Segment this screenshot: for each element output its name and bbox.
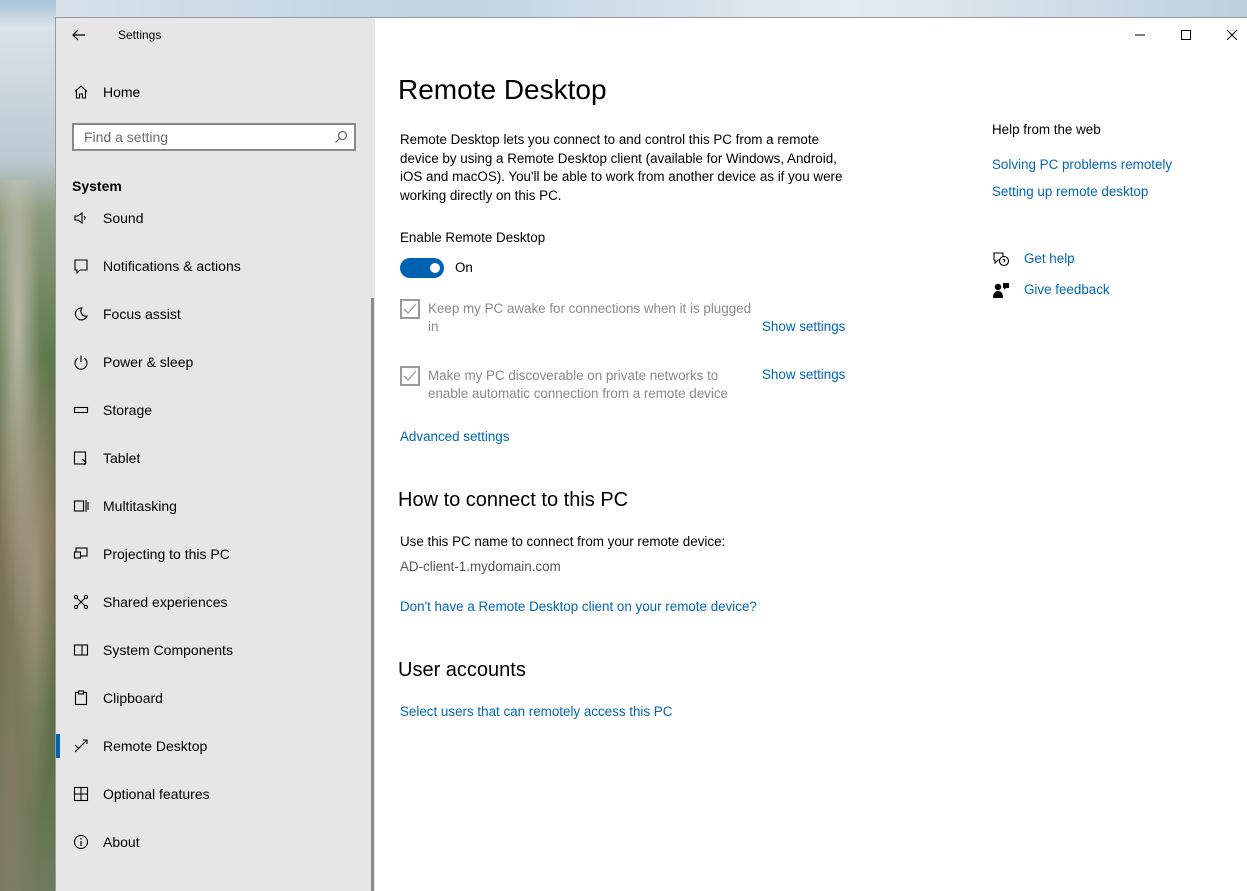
get-client-link[interactable]: Don't have a Remote Desktop client on yo…	[400, 599, 757, 614]
toggle-state-label: On	[455, 260, 473, 275]
projector-icon	[72, 545, 90, 563]
sidebar-item-label: Notifications & actions	[103, 258, 241, 274]
desktop-landscape	[0, 180, 58, 891]
sidebar-item-clipboard[interactable]: Clipboard	[56, 674, 372, 722]
desktop-sky	[56, 0, 1247, 18]
sidebar-item-home[interactable]: Home	[56, 74, 375, 110]
multitasking-icon	[72, 497, 90, 515]
sidebar-item-sound[interactable]: Sound	[56, 204, 372, 242]
keep-awake-show-settings-link[interactable]: Show settings	[762, 319, 845, 334]
power-icon	[72, 353, 90, 371]
give-feedback-link[interactable]: Give feedback	[1024, 282, 1110, 297]
toggle-knob	[430, 263, 440, 273]
clipboard-icon	[72, 689, 90, 707]
help-link-setting-up[interactable]: Setting up remote desktop	[992, 184, 1148, 199]
search-input[interactable]	[74, 125, 334, 149]
features-icon	[72, 785, 90, 803]
sidebar-item-system-components[interactable]: System Components	[56, 626, 372, 674]
info-icon	[72, 833, 90, 851]
feedback-icon	[993, 283, 1009, 298]
sidebar-item-shared-experiences[interactable]: Shared experiences	[56, 578, 372, 626]
shared-icon	[72, 593, 90, 611]
sidebar-item-about[interactable]: About	[56, 818, 372, 866]
help-link-solving-problems[interactable]: Solving PC problems remotely	[992, 157, 1172, 172]
checkmark-icon	[403, 303, 417, 314]
sidebar-scrollbar[interactable]	[371, 298, 374, 891]
close-button[interactable]	[1209, 18, 1247, 52]
select-users-link[interactable]: Select users that can remotely access th…	[400, 704, 672, 719]
pc-name: AD-client-1.mydomain.com	[400, 559, 561, 574]
settings-window: Settings Home System Sound No	[56, 18, 1247, 891]
discoverable-show-settings-link[interactable]: Show settings	[762, 367, 845, 382]
checkmark-icon	[403, 370, 417, 381]
sidebar-item-label: Sound	[103, 210, 144, 226]
sidebar-item-remote-desktop[interactable]: Remote Desktop	[56, 722, 372, 770]
sidebar-item-storage[interactable]: Storage	[56, 386, 372, 434]
sidebar-item-focus-assist[interactable]: Focus assist	[56, 290, 372, 338]
minimize-icon	[1135, 34, 1145, 36]
get-help-icon	[993, 252, 1010, 267]
discoverable-checkbox[interactable]	[400, 366, 420, 386]
sidebar-item-label: Projecting to this PC	[103, 546, 230, 562]
sidebar-item-label: Clipboard	[103, 690, 163, 706]
sidebar-item-label: Shared experiences	[103, 594, 228, 610]
advanced-settings-link[interactable]: Advanced settings	[400, 429, 509, 444]
user-accounts-heading: User accounts	[398, 659, 526, 681]
enable-remote-desktop-label: Enable Remote Desktop	[400, 230, 546, 245]
maximize-icon	[1181, 30, 1191, 40]
sidebar-item-notifications[interactable]: Notifications & actions	[56, 242, 372, 290]
notification-icon	[72, 257, 90, 275]
sidebar-item-projecting[interactable]: Projecting to this PC	[56, 530, 372, 578]
sidebar-item-label: System Components	[103, 642, 233, 658]
components-icon	[72, 641, 90, 659]
search-icon	[335, 130, 348, 143]
connect-heading: How to connect to this PC	[398, 489, 629, 511]
close-icon	[1227, 30, 1237, 40]
minimize-button[interactable]	[1117, 18, 1163, 52]
sidebar-item-optional-features[interactable]: Optional features	[56, 770, 372, 818]
home-label: Home	[103, 84, 141, 100]
get-help-link[interactable]: Get help	[1024, 251, 1075, 266]
sidebar-item-label: About	[103, 834, 140, 850]
help-title: Help from the web	[992, 122, 1101, 137]
sidebar-item-label: Optional features	[103, 786, 210, 802]
sidebar-item-tablet[interactable]: Tablet	[56, 434, 372, 482]
tablet-icon	[72, 449, 90, 467]
speaker-icon	[72, 209, 90, 227]
maximize-button[interactable]	[1163, 18, 1209, 52]
sidebar-nav-list: Sound Notifications & actions Focus assi…	[56, 204, 375, 891]
section-title: System	[72, 178, 122, 194]
connect-instructions: Use this PC name to connect from your re…	[400, 534, 726, 549]
storage-icon	[72, 401, 90, 419]
sidebar-item-label: Multitasking	[103, 498, 177, 514]
enable-remote-desktop-toggle[interactable]	[400, 258, 444, 278]
sidebar-item-label: Remote Desktop	[103, 738, 208, 754]
main-content: Remote Desktop Remote Desktop lets you c…	[375, 18, 1247, 891]
keep-awake-label: Keep my PC awake for connections when it…	[428, 301, 752, 334]
discoverable-label: Make my PC discoverable on private netwo…	[428, 368, 728, 401]
home-icon	[72, 83, 90, 101]
page-title: Remote Desktop	[398, 74, 607, 105]
remote-desktop-icon	[72, 737, 90, 755]
sidebar-item-multitasking[interactable]: Multitasking	[56, 482, 372, 530]
description: Remote Desktop lets you connect to and c…	[400, 132, 843, 203]
sidebar-item-label: Storage	[103, 402, 153, 418]
sidebar-item-label: Focus assist	[103, 306, 181, 322]
moon-icon	[72, 305, 90, 323]
search-box[interactable]	[72, 123, 356, 151]
sidebar-item-label: Tablet	[103, 450, 141, 466]
sidebar: Settings Home System Sound No	[56, 18, 375, 891]
sidebar-item-power-sleep[interactable]: Power & sleep	[56, 338, 372, 386]
back-arrow-icon	[72, 29, 85, 41]
keep-awake-checkbox[interactable]	[400, 299, 420, 319]
app-title: Settings	[118, 28, 162, 42]
back-button[interactable]	[66, 20, 92, 50]
sidebar-item-label: Power & sleep	[103, 354, 194, 370]
